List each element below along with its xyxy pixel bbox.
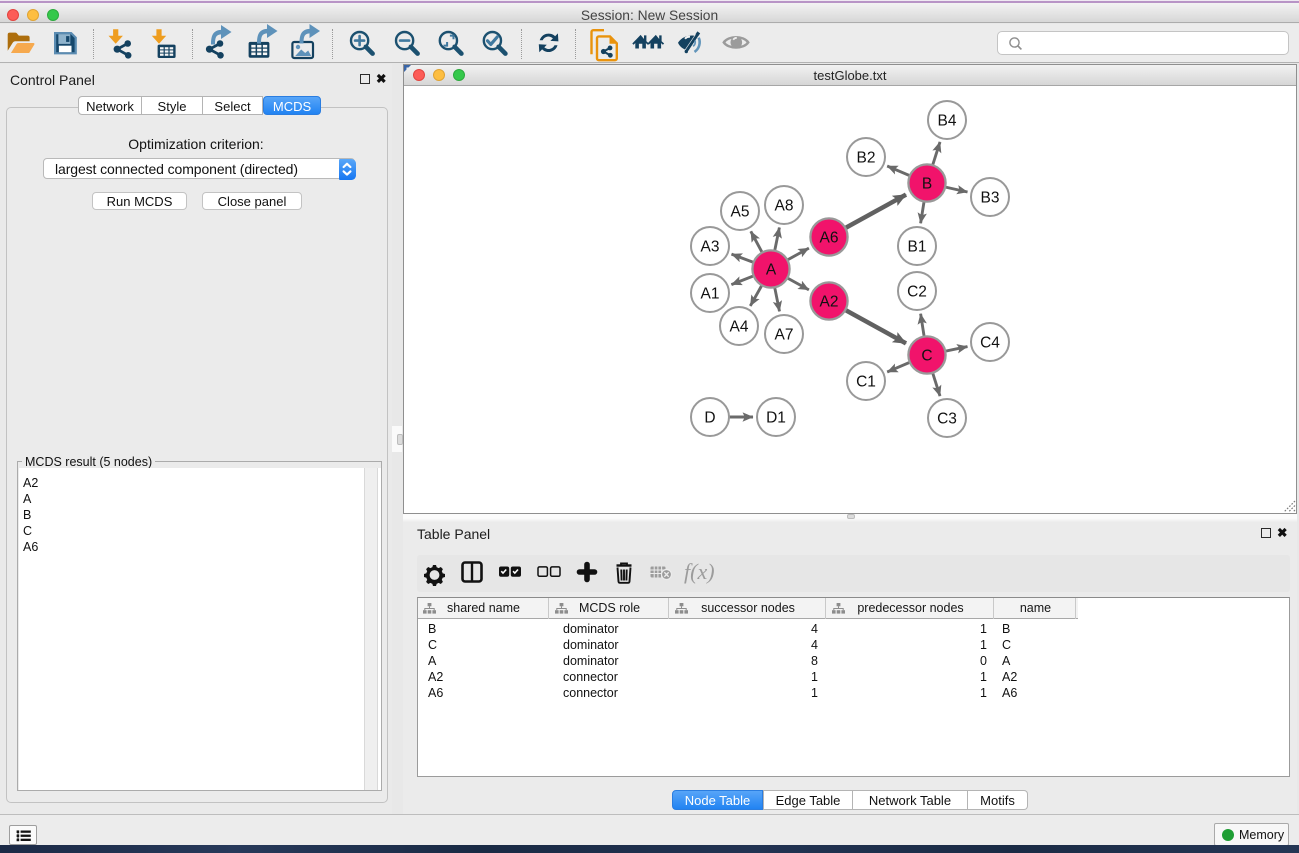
svg-text:D1: D1 <box>766 410 786 427</box>
svg-text:A7: A7 <box>775 327 794 344</box>
svg-text:C4: C4 <box>980 335 1000 352</box>
svg-text:D: D <box>704 410 715 427</box>
svg-text:A5: A5 <box>731 204 750 221</box>
svg-text:A3: A3 <box>701 239 720 256</box>
svg-text:B2: B2 <box>857 150 876 167</box>
svg-text:B4: B4 <box>938 113 957 130</box>
svg-text:A6: A6 <box>820 230 839 247</box>
svg-text:B1: B1 <box>908 239 927 256</box>
svg-text:B3: B3 <box>981 190 1000 207</box>
svg-text:A1: A1 <box>701 286 720 303</box>
svg-text:A8: A8 <box>775 198 794 215</box>
svg-text:C2: C2 <box>907 284 927 301</box>
svg-text:C: C <box>921 348 932 365</box>
svg-text:A4: A4 <box>730 319 749 336</box>
svg-text:A: A <box>766 262 777 279</box>
svg-text:B: B <box>922 176 932 193</box>
svg-text:A2: A2 <box>820 294 839 311</box>
svg-text:C3: C3 <box>937 411 957 428</box>
svg-text:C1: C1 <box>856 374 876 391</box>
svg-text:f(x): f(x) <box>684 559 715 584</box>
